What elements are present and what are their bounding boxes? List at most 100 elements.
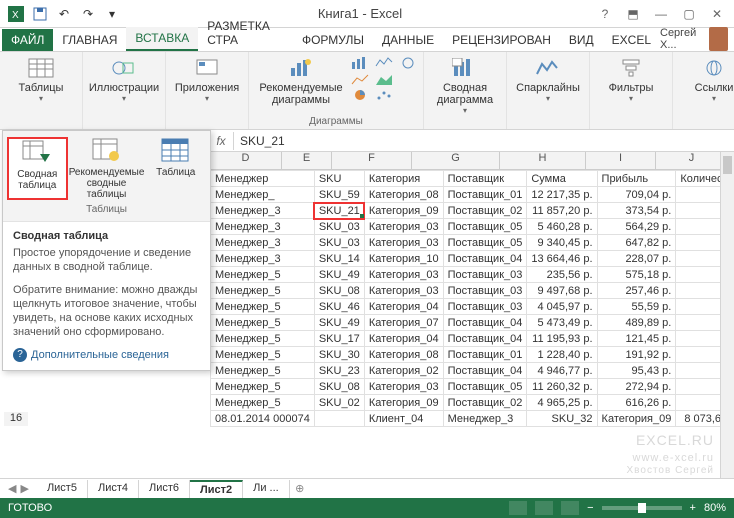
tab-insert[interactable]: ВСТАВКА xyxy=(126,27,198,51)
pivot-chart-button[interactable]: Сводная диаграмма ▾ xyxy=(430,56,500,115)
cell[interactable]: Поставщик_02 xyxy=(443,395,527,411)
tab-page-layout[interactable]: РАЗМЕТКА СТРА xyxy=(198,15,293,51)
stock-chart-icon[interactable] xyxy=(375,56,393,70)
cell[interactable]: 95,43 р. xyxy=(597,363,676,379)
apps-button[interactable]: Приложения ▾ xyxy=(172,56,242,103)
cell[interactable]: 228,07 р. xyxy=(597,251,676,267)
cell[interactable]: Категория_09 xyxy=(364,395,443,411)
cell[interactable]: 235,56 р. xyxy=(527,267,597,283)
zoom-slider[interactable] xyxy=(602,506,682,510)
cell[interactable]: 08.01.2014 000074 xyxy=(211,411,315,427)
cell[interactable]: 4 946,77 р. xyxy=(527,363,597,379)
pivot-table-button[interactable]: Сводная таблица xyxy=(7,137,68,200)
cell[interactable]: SKU_03 xyxy=(314,235,364,251)
area-chart-icon[interactable] xyxy=(375,72,393,86)
cell[interactable]: Менеджер_3 xyxy=(443,411,527,427)
tab-file[interactable]: ФАЙЛ xyxy=(2,29,53,51)
cell[interactable]: Категория_03 xyxy=(364,219,443,235)
cell[interactable]: 616,26 р. xyxy=(597,395,676,411)
cell[interactable]: Поставщик_04 xyxy=(443,331,527,347)
scatter-chart-icon[interactable] xyxy=(375,88,393,102)
cell[interactable]: Категория_03 xyxy=(364,379,443,395)
cell[interactable]: SKU_08 xyxy=(314,379,364,395)
fx-icon[interactable]: fx xyxy=(209,134,233,148)
tab-formulas[interactable]: ФОРМУЛЫ xyxy=(293,29,373,51)
view-page-break-icon[interactable] xyxy=(561,501,579,515)
cell[interactable]: Менеджер_3 xyxy=(211,219,315,235)
cell[interactable]: Менеджер_3 xyxy=(211,251,315,267)
sheet-nav-next-icon[interactable]: ▶ xyxy=(20,482,28,495)
cell[interactable]: Категория_04 xyxy=(364,299,443,315)
column-header[interactable]: H xyxy=(500,152,586,169)
cell[interactable]: Категория_03 xyxy=(364,235,443,251)
zoom-in-icon[interactable]: + xyxy=(690,502,696,514)
cell[interactable]: 9 497,68 р. xyxy=(527,283,597,299)
cell[interactable]: Категория_09 xyxy=(597,411,676,427)
cell[interactable]: Менеджер_5 xyxy=(211,331,315,347)
column-header[interactable]: E xyxy=(282,152,332,169)
cell[interactable]: 11 195,93 р. xyxy=(527,331,597,347)
cell[interactable]: 489,89 р. xyxy=(597,315,676,331)
tab-excel[interactable]: EXCEL xyxy=(603,29,660,51)
cell[interactable]: Категория_04 xyxy=(364,331,443,347)
tab-home[interactable]: ГЛАВНАЯ xyxy=(53,29,126,51)
cell[interactable]: Поставщик_03 xyxy=(443,283,527,299)
tooltip-more-link[interactable]: ? Дополнительные сведения xyxy=(13,348,200,362)
formula-input[interactable]: SKU_21 xyxy=(233,132,734,150)
table-header-cell[interactable]: Сумма xyxy=(527,171,597,187)
cell[interactable]: Менеджер_5 xyxy=(211,379,315,395)
cell[interactable]: Менеджер_ xyxy=(211,187,315,203)
cell[interactable]: 4 965,25 р. xyxy=(527,395,597,411)
cell[interactable]: 647,82 р. xyxy=(597,235,676,251)
table-header-cell[interactable]: SKU xyxy=(314,171,364,187)
cell[interactable]: Категория_10 xyxy=(364,251,443,267)
cell[interactable]: Категория_03 xyxy=(364,283,443,299)
cell[interactable]: Менеджер_3 xyxy=(211,235,315,251)
cell[interactable]: Менеджер_5 xyxy=(211,267,315,283)
cell[interactable]: 11 260,32 р. xyxy=(527,379,597,395)
cell[interactable]: 9 340,45 р. xyxy=(527,235,597,251)
sheet-tab[interactable]: Лист6 xyxy=(139,480,190,498)
cell[interactable]: 12 217,35 р. xyxy=(527,187,597,203)
cell[interactable]: SKU_03 xyxy=(314,219,364,235)
tables-button[interactable]: Таблицы ▾ xyxy=(6,56,76,103)
cell[interactable]: Поставщик_04 xyxy=(443,363,527,379)
cell[interactable]: 11 857,20 р. xyxy=(527,203,597,219)
table-header-cell[interactable]: Категория xyxy=(364,171,443,187)
cell[interactable]: 575,18 р. xyxy=(597,267,676,283)
table-button[interactable]: Таблица xyxy=(146,137,206,200)
pie-chart-icon[interactable] xyxy=(351,88,369,102)
cell[interactable]: Поставщик_04 xyxy=(443,315,527,331)
bar-chart-icon[interactable] xyxy=(351,56,369,70)
cell[interactable]: Поставщик_05 xyxy=(443,219,527,235)
cell[interactable]: SKU_49 xyxy=(314,267,364,283)
cell[interactable]: Категория_03 xyxy=(364,267,443,283)
recommended-charts-button[interactable]: Рекомендуемые диаграммы xyxy=(255,56,347,106)
table-header-cell[interactable]: Прибыль xyxy=(597,171,676,187)
cell[interactable]: 191,92 р. xyxy=(597,347,676,363)
cell[interactable]: 272,94 р. xyxy=(597,379,676,395)
cell[interactable]: Категория_07 xyxy=(364,315,443,331)
sheet-nav-prev-icon[interactable]: ◀ xyxy=(8,482,16,495)
redo-icon[interactable]: ↷ xyxy=(78,4,98,24)
zoom-thumb[interactable] xyxy=(638,503,646,513)
scrollbar-thumb[interactable] xyxy=(723,156,732,174)
qat-dropdown-icon[interactable]: ▾ xyxy=(102,4,122,24)
cell[interactable]: SKU_08 xyxy=(314,283,364,299)
cell[interactable]: Менеджер_5 xyxy=(211,283,315,299)
cell[interactable]: Поставщик_02 xyxy=(443,203,527,219)
minimize-icon[interactable]: — xyxy=(648,4,674,24)
tab-review[interactable]: РЕЦЕНЗИРОВАН xyxy=(443,29,560,51)
column-header[interactable]: J xyxy=(656,152,728,169)
view-page-layout-icon[interactable] xyxy=(535,501,553,515)
sheet-tab[interactable]: Лист4 xyxy=(88,480,139,498)
cell[interactable]: Категория_09 xyxy=(364,203,443,219)
cell[interactable]: 5 460,28 р. xyxy=(527,219,597,235)
vertical-scrollbar[interactable] xyxy=(720,152,734,478)
cell[interactable]: SKU_32 xyxy=(527,411,597,427)
cell[interactable]: Менеджер_5 xyxy=(211,315,315,331)
cell[interactable]: SKU_59 xyxy=(314,187,364,203)
recommended-pivot-button[interactable]: Рекомендуемые сводные таблицы xyxy=(68,137,146,200)
column-header[interactable]: I xyxy=(586,152,656,169)
cell[interactable]: 13 664,46 р. xyxy=(527,251,597,267)
